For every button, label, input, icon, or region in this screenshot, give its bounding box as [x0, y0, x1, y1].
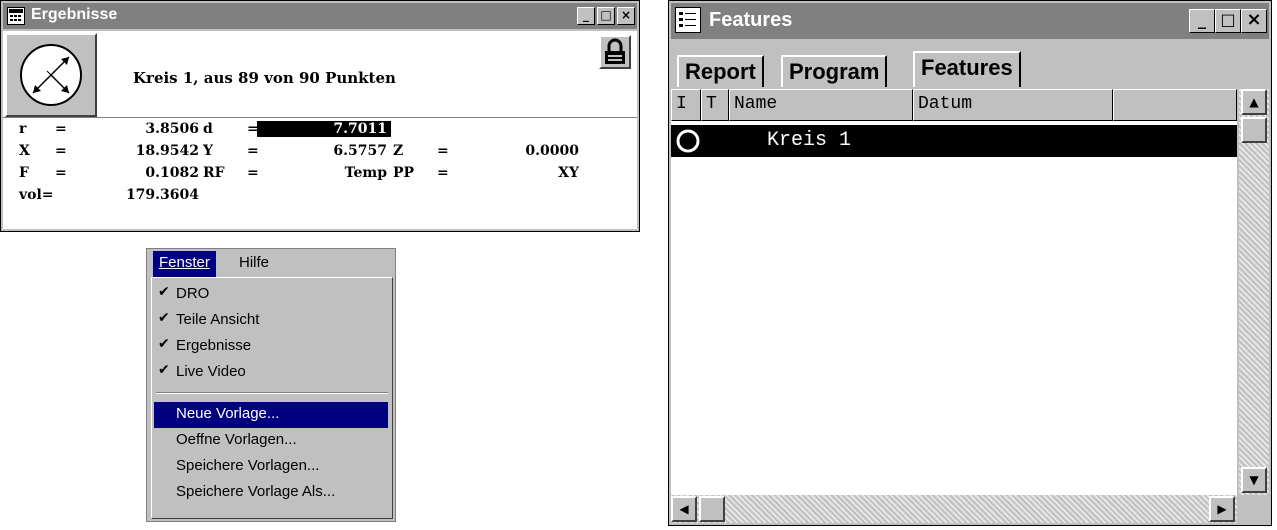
column-header-t[interactable]: T: [701, 89, 729, 121]
result-value: 18.9542: [135, 143, 199, 159]
menu-item-teile-ansicht[interactable]: ✔ Teile Ansicht: [154, 308, 388, 334]
tab-report[interactable]: Report: [677, 55, 764, 87]
column-header-name[interactable]: Name: [729, 89, 913, 121]
result-eq: =: [55, 165, 67, 181]
menu-item-neue-vorlage[interactable]: Neue Vorlage...: [154, 402, 388, 428]
tab-program[interactable]: Program: [781, 55, 888, 87]
result-value: XY: [558, 165, 579, 181]
result-label: F: [19, 165, 29, 181]
result-label: RF: [203, 165, 225, 181]
result-label: X: [19, 143, 30, 159]
calculator-icon: [7, 7, 25, 25]
menu-item-label: Teile Ansicht: [176, 311, 260, 328]
scroll-down-button[interactable]: ▼: [1241, 467, 1267, 493]
checkmark-icon: ✔: [158, 310, 170, 326]
checkmark-icon: ✔: [158, 336, 170, 352]
menu-item-live-video[interactable]: ✔ Live Video: [154, 360, 388, 386]
result-label: vol=: [19, 187, 54, 203]
feature-list: Kreis 1: [671, 121, 1237, 495]
menu-hilfe[interactable]: Hilfe: [233, 251, 275, 277]
menu-item-ergebnisse[interactable]: ✔ Ergebnisse: [154, 334, 388, 360]
table-row[interactable]: Kreis 1: [671, 125, 1237, 157]
menu-container: Fenster Hilfe ✔ DRO ✔ Teile Ansicht ✔ Er…: [146, 248, 396, 522]
result-label: Y: [203, 143, 213, 159]
results-window-title: Ergebnisse: [31, 6, 118, 23]
menu-fenster[interactable]: Fenster: [153, 251, 216, 277]
maximize-button[interactable]: □: [597, 7, 615, 25]
result-value: 3.8506: [145, 121, 199, 137]
result-label: r: [19, 121, 27, 137]
menu-item-label: Ergebnisse: [176, 337, 252, 354]
scroll-up-button[interactable]: ▲: [1241, 89, 1267, 115]
minimize-button[interactable]: _: [577, 7, 595, 25]
menu-item-label: Neue Vorlage...: [176, 405, 280, 422]
scroll-right-button[interactable]: ▶: [1209, 496, 1235, 522]
result-row: r = 3.8506 d = 7.7011: [3, 121, 637, 143]
menu-item-label: Speichere Vorlagen...: [176, 457, 320, 474]
scroll-thumb-horizontal[interactable]: [699, 496, 725, 522]
results-table: r = 3.8506 d = 7.7011 X = 18.9542 Y = 6.…: [3, 119, 637, 219]
result-label: d: [203, 121, 213, 137]
circle-icon: [676, 129, 700, 153]
result-value: 0.0000: [525, 143, 579, 159]
result-value: 0.1082: [145, 165, 199, 181]
result-eq: =: [437, 143, 449, 159]
menu-item-speichere-vorlagen[interactable]: Speichere Vorlagen...: [154, 454, 388, 480]
column-header-empty: [1113, 89, 1237, 121]
feature-name: Kreis 1: [767, 129, 852, 152]
result-eq: =: [437, 165, 449, 181]
results-window: Ergebnisse _ □ × Kreis 1, aus 89 von 90 …: [0, 0, 640, 232]
menu-item-label: Oeffne Vorlagen...: [176, 431, 297, 448]
menu-item-label: Speichere Vorlage Als...: [176, 483, 336, 500]
checkmark-icon: ✔: [158, 284, 170, 300]
result-row: vol= 179.3604: [3, 187, 637, 209]
checkmark-icon: ✔: [158, 362, 170, 378]
menu-item-label: Live Video: [176, 363, 246, 380]
result-eq: =: [55, 143, 67, 159]
feature-header: Kreis 1, aus 89 von 90 Punkten: [133, 69, 396, 87]
lock-button[interactable]: [599, 35, 631, 69]
column-header-datum[interactable]: Datum: [913, 89, 1113, 121]
scrollbar-corner: [1239, 495, 1269, 523]
column-header-i[interactable]: I: [671, 89, 701, 121]
result-value: 6.5757: [333, 143, 387, 159]
tab-features[interactable]: Features: [913, 51, 1021, 87]
menu-item-oeffne-vorlagen[interactable]: Oeffne Vorlagen...: [154, 428, 388, 454]
result-eq: =: [55, 121, 67, 137]
menu-bar: Fenster Hilfe: [151, 251, 393, 277]
result-value: 179.3604: [125, 187, 199, 203]
close-button[interactable]: ×: [617, 7, 635, 25]
result-row: X = 18.9542 Y = 6.5757 Z = 0.0000: [3, 143, 637, 165]
menu-item-dro[interactable]: ✔ DRO: [154, 282, 388, 308]
lock-icon: [605, 38, 625, 64]
results-divider: [3, 117, 637, 118]
result-label: PP: [393, 165, 415, 181]
results-content: Kreis 1, aus 89 von 90 Punkten r = 3.850…: [3, 31, 637, 229]
menu-item-speichere-vorlage-als[interactable]: Speichere Vorlage Als...: [154, 480, 388, 506]
result-value: Temp: [344, 165, 387, 181]
circle-feature-icon: [5, 33, 97, 117]
features-window-title: Features: [709, 9, 793, 31]
scroll-left-button[interactable]: ◀: [671, 496, 697, 522]
vertical-scrollbar[interactable]: ▲ ▼: [1239, 89, 1269, 495]
list-icon: [675, 7, 701, 33]
maximize-button[interactable]: □: [1215, 9, 1241, 33]
menu-separator: [156, 392, 388, 394]
result-row: F = 0.1082 RF = Temp PP = XY: [3, 165, 637, 187]
menu-item-label: DRO: [176, 285, 210, 302]
dropdown-menu: ✔ DRO ✔ Teile Ansicht ✔ Ergebnisse ✔ Liv…: [151, 277, 393, 519]
features-window: Features _ □ × Report Program Features I…: [668, 0, 1272, 526]
result-label: Z: [393, 143, 404, 159]
horizontal-scrollbar[interactable]: ◀ ▶: [671, 495, 1237, 523]
minimize-button[interactable]: _: [1189, 9, 1215, 33]
close-button[interactable]: ×: [1241, 9, 1267, 33]
result-value-selected[interactable]: 7.7011: [257, 121, 391, 137]
features-titlebar[interactable]: Features _ □ ×: [671, 3, 1269, 39]
results-titlebar[interactable]: Ergebnisse _ □ ×: [3, 3, 637, 29]
scroll-thumb[interactable]: [1241, 117, 1267, 143]
